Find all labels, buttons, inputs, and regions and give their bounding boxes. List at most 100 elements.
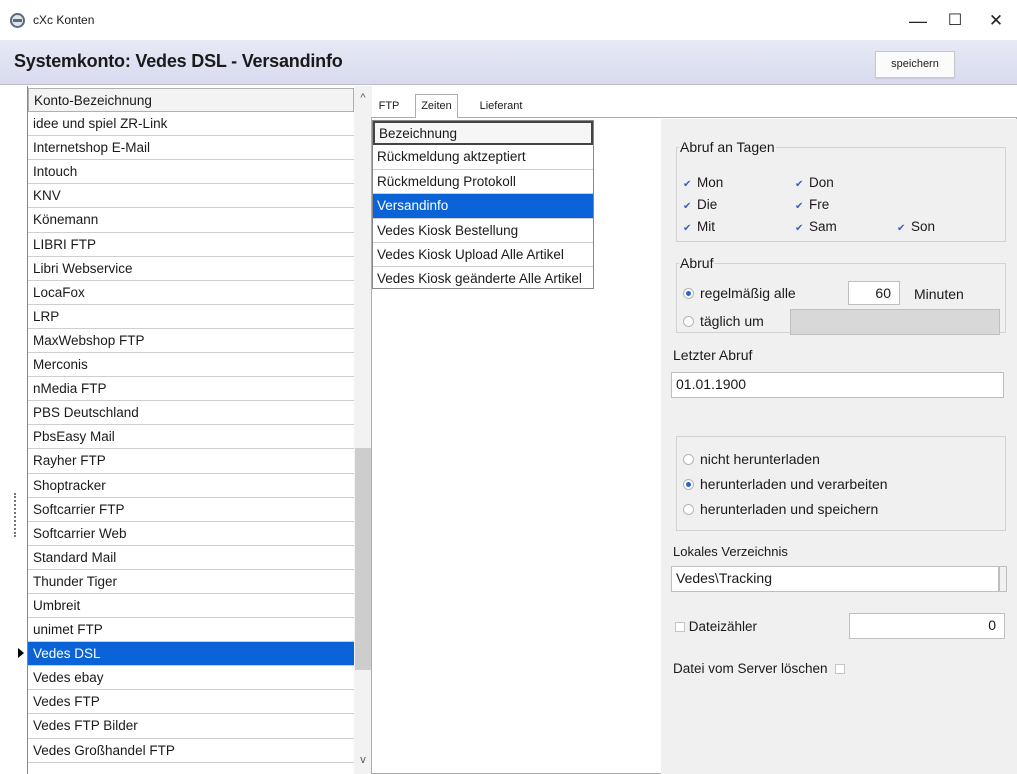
regular-interval-radio[interactable]: regelmäßig alle bbox=[683, 285, 796, 301]
minimize-button[interactable]: — bbox=[898, 8, 938, 34]
message-type-list: Bezeichnung Rückmeldung aktzeptiert Rück… bbox=[372, 120, 594, 289]
daily-time-radio[interactable]: täglich um bbox=[683, 313, 764, 329]
day-die-checkbox[interactable]: ✔ Die bbox=[683, 197, 717, 212]
no-download-radio[interactable]: nicht herunterladen bbox=[683, 451, 820, 467]
check-icon: ✔ bbox=[683, 179, 692, 190]
day-mit-checkbox[interactable]: ✔ Mit bbox=[683, 219, 715, 234]
account-row[interactable]: Softcarrier FTP bbox=[28, 498, 354, 522]
checkbox-empty-icon bbox=[835, 664, 846, 674]
day-fre-label: Fre bbox=[809, 197, 830, 212]
account-row[interactable]: Vedes FTP bbox=[28, 690, 354, 715]
interval-input[interactable]: 60 bbox=[848, 281, 900, 305]
scroll-thumb[interactable] bbox=[355, 448, 371, 670]
maximize-button[interactable]: ☐ bbox=[935, 8, 975, 34]
days-legend: Abruf an Tagen bbox=[680, 139, 775, 155]
check-icon: ✔ bbox=[795, 179, 804, 190]
no-download-label: nicht herunterladen bbox=[700, 451, 820, 467]
day-son-label: Son bbox=[911, 219, 936, 234]
tab-lieferant[interactable]: Lieferant bbox=[471, 97, 531, 117]
type-row[interactable]: Rückmeldung aktzeptiert bbox=[373, 145, 593, 170]
download-mode-group: nicht herunterladen herunterladen und ve… bbox=[676, 436, 1006, 531]
account-row[interactable]: Thunder Tiger bbox=[28, 570, 354, 594]
type-column-header[interactable]: Bezeichnung bbox=[373, 121, 593, 146]
day-die-label: Die bbox=[697, 197, 718, 212]
account-row[interactable]: unimet FTP bbox=[28, 618, 354, 643]
account-row[interactable]: Intouch bbox=[28, 160, 354, 185]
file-counter-checkbox[interactable]: Dateizähler bbox=[675, 619, 757, 634]
scroll-up-icon[interactable]: ^ bbox=[354, 92, 372, 106]
type-row[interactable]: Vedes Kiosk Bestellung bbox=[373, 219, 593, 243]
page-title: Systemkonto: Vedes DSL - Versandinfo bbox=[14, 51, 343, 71]
day-mon-checkbox[interactable]: ✔ Mon bbox=[683, 175, 723, 190]
account-row[interactable]: Vedes Großhandel FTP bbox=[28, 739, 354, 763]
scroll-down-icon[interactable]: v bbox=[354, 754, 372, 768]
account-row[interactable]: LocaFox bbox=[28, 281, 354, 305]
account-row[interactable]: LRP bbox=[28, 305, 354, 329]
abruf-group: Abruf regelmäßig alle 60 Minuten täglich… bbox=[676, 255, 1006, 335]
account-row-selected[interactable]: Vedes DSL bbox=[28, 642, 354, 667]
type-row-selected[interactable]: Versandinfo bbox=[373, 194, 593, 219]
account-row[interactable]: Rayher FTP bbox=[28, 449, 354, 474]
download-process-radio[interactable]: herunterladen und verarbeiten bbox=[683, 476, 888, 492]
last-fetch-field[interactable]: 01.01.1900 bbox=[671, 372, 1004, 398]
account-row[interactable]: PBS Deutschland bbox=[28, 401, 354, 426]
account-row[interactable]: Vedes ebay bbox=[28, 666, 354, 691]
days-group: Abruf an Tagen ✔ Mon ✔ Don ✔ Die ✔ Fre ✔ Mit … bbox=[676, 139, 1006, 242]
regular-interval-label: regelmäßig alle bbox=[700, 285, 796, 301]
account-row[interactable]: Internetshop E-Mail bbox=[28, 136, 354, 161]
radio-on-icon bbox=[683, 479, 694, 490]
account-row[interactable]: Shoptracker bbox=[28, 474, 354, 498]
account-column-header[interactable]: Konto-Bezeichnung bbox=[28, 88, 354, 113]
type-row[interactable]: Vedes Kiosk geänderte Alle Artikel bbox=[373, 267, 593, 288]
tab-zeiten[interactable]: Zeiten bbox=[415, 94, 458, 118]
account-row[interactable]: Umbreit bbox=[28, 594, 354, 619]
day-mon-label: Mon bbox=[697, 175, 724, 190]
close-button[interactable]: ✕ bbox=[976, 8, 1016, 34]
radio-on-icon bbox=[683, 288, 694, 299]
download-store-radio[interactable]: herunterladen und speichern bbox=[683, 501, 878, 517]
browse-directory-button[interactable] bbox=[999, 566, 1007, 592]
account-row[interactable]: Könemann bbox=[28, 208, 354, 233]
radio-off-icon bbox=[683, 316, 694, 327]
account-row[interactable]: Vedes FTP Bilder bbox=[28, 714, 354, 739]
file-counter-label: Dateizähler bbox=[688, 619, 758, 634]
file-counter-input[interactable]: 0 bbox=[849, 613, 1005, 639]
delete-from-server-checkbox[interactable]: Datei vom Server löschen bbox=[673, 661, 846, 676]
tab-ftp[interactable]: FTP bbox=[371, 97, 407, 117]
day-don-label: Don bbox=[809, 175, 834, 190]
check-icon: ✔ bbox=[897, 223, 906, 234]
check-icon: ✔ bbox=[683, 223, 692, 234]
account-row[interactable]: nMedia FTP bbox=[28, 377, 354, 402]
account-row[interactable]: Softcarrier Web bbox=[28, 522, 354, 546]
radio-off-icon bbox=[683, 504, 694, 515]
account-list-panel: Konto-Bezeichnung idee und spiel ZR-Link… bbox=[8, 86, 372, 774]
settings-panel: Abruf an Tagen ✔ Mon ✔ Don ✔ Die ✔ Fre ✔ Mit … bbox=[661, 119, 1017, 774]
app-logo-icon bbox=[10, 13, 25, 28]
daily-time-input[interactable] bbox=[790, 309, 1000, 335]
splitter-handle[interactable] bbox=[14, 493, 16, 537]
title-bar: cXc Konten — ☐ ✕ bbox=[0, 0, 1017, 40]
local-dir-label: Lokales Verzeichnis bbox=[673, 544, 788, 559]
check-icon: ✔ bbox=[795, 223, 804, 234]
account-row[interactable]: PbsEasy Mail bbox=[28, 425, 354, 450]
type-row[interactable]: Rückmeldung Protokoll bbox=[373, 170, 593, 195]
account-row[interactable]: Merconis bbox=[28, 353, 354, 378]
account-row[interactable]: idee und spiel ZR-Link bbox=[28, 112, 354, 137]
account-list-scrollbar[interactable]: ^ v bbox=[354, 86, 372, 774]
type-row[interactable]: Vedes Kiosk Upload Alle Artikel bbox=[373, 243, 593, 268]
page-header: Systemkonto: Vedes DSL - Versandinfo spe… bbox=[0, 40, 1017, 85]
app-window: cXc Konten — ☐ ✕ Systemkonto: Vedes DSL … bbox=[0, 0, 1017, 774]
account-row[interactable]: LIBRI FTP bbox=[28, 233, 354, 257]
day-son-checkbox[interactable]: ✔ Son bbox=[897, 219, 935, 234]
day-fre-checkbox[interactable]: ✔ Fre bbox=[795, 197, 829, 212]
account-row[interactable]: Libri Webservice bbox=[28, 257, 354, 281]
day-don-checkbox[interactable]: ✔ Don bbox=[795, 175, 834, 190]
download-process-label: herunterladen und verarbeiten bbox=[700, 476, 888, 492]
local-dir-field[interactable]: Vedes\Tracking bbox=[671, 566, 999, 592]
account-row[interactable]: Standard Mail bbox=[28, 546, 354, 570]
checkbox-empty-icon bbox=[675, 622, 685, 632]
account-row[interactable]: KNV bbox=[28, 184, 354, 209]
day-sam-checkbox[interactable]: ✔ Sam bbox=[795, 219, 837, 234]
account-row[interactable]: MaxWebshop FTP bbox=[28, 329, 354, 354]
save-button[interactable]: speichern bbox=[875, 51, 955, 78]
